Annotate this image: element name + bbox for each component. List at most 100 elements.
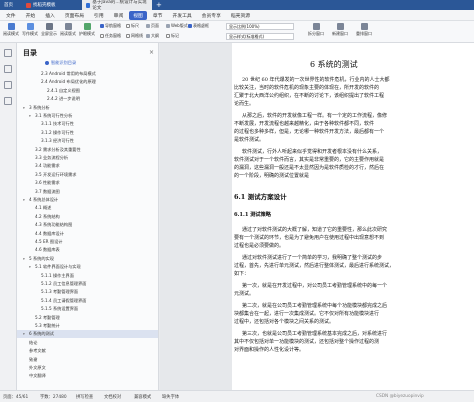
outline-item[interactable]: ▾ 5.1 软件界面设计与实现 [17, 263, 158, 271]
outline-item-label: 2.3 Android 常用的布局模式 [41, 71, 96, 76]
page-indicator[interactable]: 页面：45/61 [3, 394, 28, 400]
outline-item[interactable]: 5.1.4 员工请假管理界面 [17, 297, 158, 305]
display-style-combo[interactable]: 显示样式(标准格式) [226, 33, 294, 40]
toc-icon[interactable] [4, 49, 12, 57]
reading-layout-button[interactable]: 阅读版式 [59, 23, 77, 37]
expand-arrow-icon[interactable]: ▾ [29, 114, 33, 118]
outline-item[interactable]: ▾ 5 系统的实现 [17, 255, 158, 263]
document-page[interactable]: 6 系统的测试 20 世纪 60 年代爆发的一次世界性的软件危机，行业内的人士大… [232, 43, 474, 390]
menu-insert[interactable]: 插入 [41, 11, 59, 20]
outline-item-label: 4.5 ER 图设计 [35, 239, 63, 244]
menu-layout[interactable]: 页面布局 [61, 11, 88, 20]
bookmark-icon[interactable] [4, 65, 12, 73]
outline-item[interactable]: 5.1.3 考勤管理界面 [17, 288, 158, 296]
markup-toggle[interactable]: 标记 [166, 33, 179, 39]
arrange-windows-button[interactable]: 重排窗口 [354, 23, 374, 37]
tab-templates[interactable]: 找稻壳模板 [22, 0, 82, 10]
outline-item[interactable]: 5.2 考勤管理 [17, 314, 158, 322]
tab-home[interactable]: 首页 [0, 0, 22, 10]
outline-item[interactable]: 结论 [17, 339, 158, 347]
menu-docer[interactable]: 稻壳资源 [227, 11, 254, 20]
gridlines-toggle[interactable]: 网格线 [126, 33, 143, 39]
outline-item[interactable]: 5.3 考勤统计 [17, 322, 158, 330]
outline-item[interactable]: ▾ 4 系统总体设计 [17, 196, 158, 204]
menu-member[interactable]: 会员专享 [198, 11, 225, 20]
menu-review[interactable]: 审阅 [110, 11, 128, 20]
zoom-combo[interactable]: 显示比例(100%) [226, 23, 294, 30]
outline-item[interactable]: 4.1 概述 [17, 204, 158, 212]
web-view-button[interactable]: Web版式 [166, 23, 188, 29]
eye-protection-button[interactable]: 护眼模式 [78, 23, 96, 37]
table-gridlines-toggle[interactable]: 表格虚框 [188, 23, 209, 29]
outline-item[interactable]: 2.4 Android 布局优化的原理 [17, 78, 158, 86]
outline-item[interactable]: 4.4 数据库设计 [17, 230, 158, 238]
outline-item[interactable]: 2.3 Android 常用的布局模式 [17, 70, 158, 78]
outline-item[interactable]: 4.3 系统功能结构图 [17, 221, 158, 229]
home-tab-label: 首页 [4, 3, 13, 8]
templates-tab-label: 找稻壳模板 [33, 3, 56, 8]
spell-check[interactable]: 拼写检查 [76, 394, 93, 400]
menu-file[interactable]: 文件 [2, 11, 20, 20]
outline-item[interactable]: 5.1.5 系统设置界面 [17, 305, 158, 313]
outline-item[interactable]: 3.5 开发运行环境需求 [17, 171, 158, 179]
outline-item[interactable]: 4.2 系统结构 [17, 213, 158, 221]
outline-item[interactable]: 致谢 [17, 356, 158, 364]
doc-check[interactable]: 文档校对 [104, 394, 121, 400]
split-window-button[interactable]: 拆分窗口 [306, 23, 326, 37]
thumbnail-icon[interactable] [4, 81, 12, 89]
expand-arrow-icon[interactable]: ▾ [23, 198, 27, 202]
outline-item[interactable]: 3.2 需求分析及其重要性 [17, 146, 158, 154]
tab-document[interactable]: 基于Java的...统设计与实现论文 [82, 0, 152, 11]
expand-arrow-icon[interactable]: ▾ [29, 265, 33, 269]
reading-layout-label: 阅读版式 [60, 31, 76, 36]
outline-item[interactable]: 2.4.1 自定义视图 [17, 87, 158, 95]
para4-line2: 要有一个测试的环节，也是为了避免用户在使用过程中出现意想不到 [234, 235, 385, 241]
outline-item[interactable]: 5.1.2 员工信息管理界面 [17, 280, 158, 288]
smart-toc-button[interactable]: 智能识别目录 [45, 60, 76, 66]
outline-item[interactable]: 3.7 数据流图 [17, 188, 158, 196]
outline-item-label: 外文原文 [29, 365, 46, 370]
word-count[interactable]: 字数：27480 [40, 394, 67, 400]
new-tab-button[interactable]: + [152, 0, 166, 10]
menu-developer[interactable]: 开发工具 [168, 11, 195, 20]
missing-font[interactable]: 缺失字体 [162, 394, 179, 400]
close-icon[interactable]: × [149, 49, 154, 56]
outline-item[interactable]: 3.6 性能需求 [17, 179, 158, 187]
outline-item[interactable]: 参考文献 [17, 347, 158, 355]
outline-item-label: 4.6 数据库表 [35, 247, 60, 253]
menu-home[interactable]: 开始 [22, 11, 40, 20]
menu-references[interactable]: 引用 [90, 11, 108, 20]
fullscreen-button[interactable]: 全屏显示 [40, 23, 58, 37]
outline-item[interactable]: 2.4.2 进一步说明 [17, 95, 158, 103]
outline-item[interactable]: ▾ 6 系统的测试 [17, 330, 158, 339]
expand-arrow-icon[interactable]: ▾ [23, 106, 27, 110]
outline-item[interactable]: 3.4 功能需求 [17, 162, 158, 170]
expand-arrow-icon[interactable]: ▾ [23, 332, 27, 336]
page-view-button[interactable]: 页面 [146, 23, 159, 29]
outline-item[interactable]: 4.6 数据库表 [17, 246, 158, 254]
ruler-toggle[interactable]: 标尺 [126, 23, 139, 29]
outline-item[interactable]: 外文原文 [17, 364, 158, 372]
outline-item[interactable]: 中文翻译 [17, 372, 158, 380]
writing-mode-button[interactable]: 写作模式 [21, 23, 39, 37]
nav-pane-label: 导航窗格 [105, 23, 121, 28]
expand-arrow-icon[interactable]: ▾ [23, 257, 27, 261]
new-window-button[interactable]: 新建窗口 [330, 23, 350, 37]
outline-view-button[interactable]: 大纲 [146, 33, 159, 39]
outline-item[interactable]: 4.5 ER 图设计 [17, 238, 158, 246]
menu-chapter[interactable]: 章节 [149, 11, 167, 20]
task-pane-toggle[interactable]: 任务窗格 [100, 33, 121, 39]
outline-item[interactable]: ▾ 3 系统分析 [17, 104, 158, 112]
nav-pane-toggle[interactable]: 导航窗格 [100, 23, 121, 29]
search-icon[interactable] [4, 97, 12, 105]
outline-item-label: 参考文献 [29, 348, 46, 354]
outline-item[interactable]: 3.1.2 操作可行性 [17, 129, 158, 137]
outline-item[interactable]: 3.1.1 技术可行性 [17, 120, 158, 128]
layout-icon [64, 23, 72, 30]
outline-item[interactable]: 3.3 业务流程分析 [17, 154, 158, 162]
reading-mode-button[interactable]: 阅读模式 [2, 23, 20, 37]
outline-item[interactable]: ▾ 3.1 系统可行性分析 [17, 112, 158, 120]
outline-item[interactable]: 5.1.1 操作主界面 [17, 272, 158, 280]
outline-item[interactable]: 3.1.3 经济可行性 [17, 137, 158, 145]
menu-view[interactable]: 视图 [129, 10, 147, 20]
